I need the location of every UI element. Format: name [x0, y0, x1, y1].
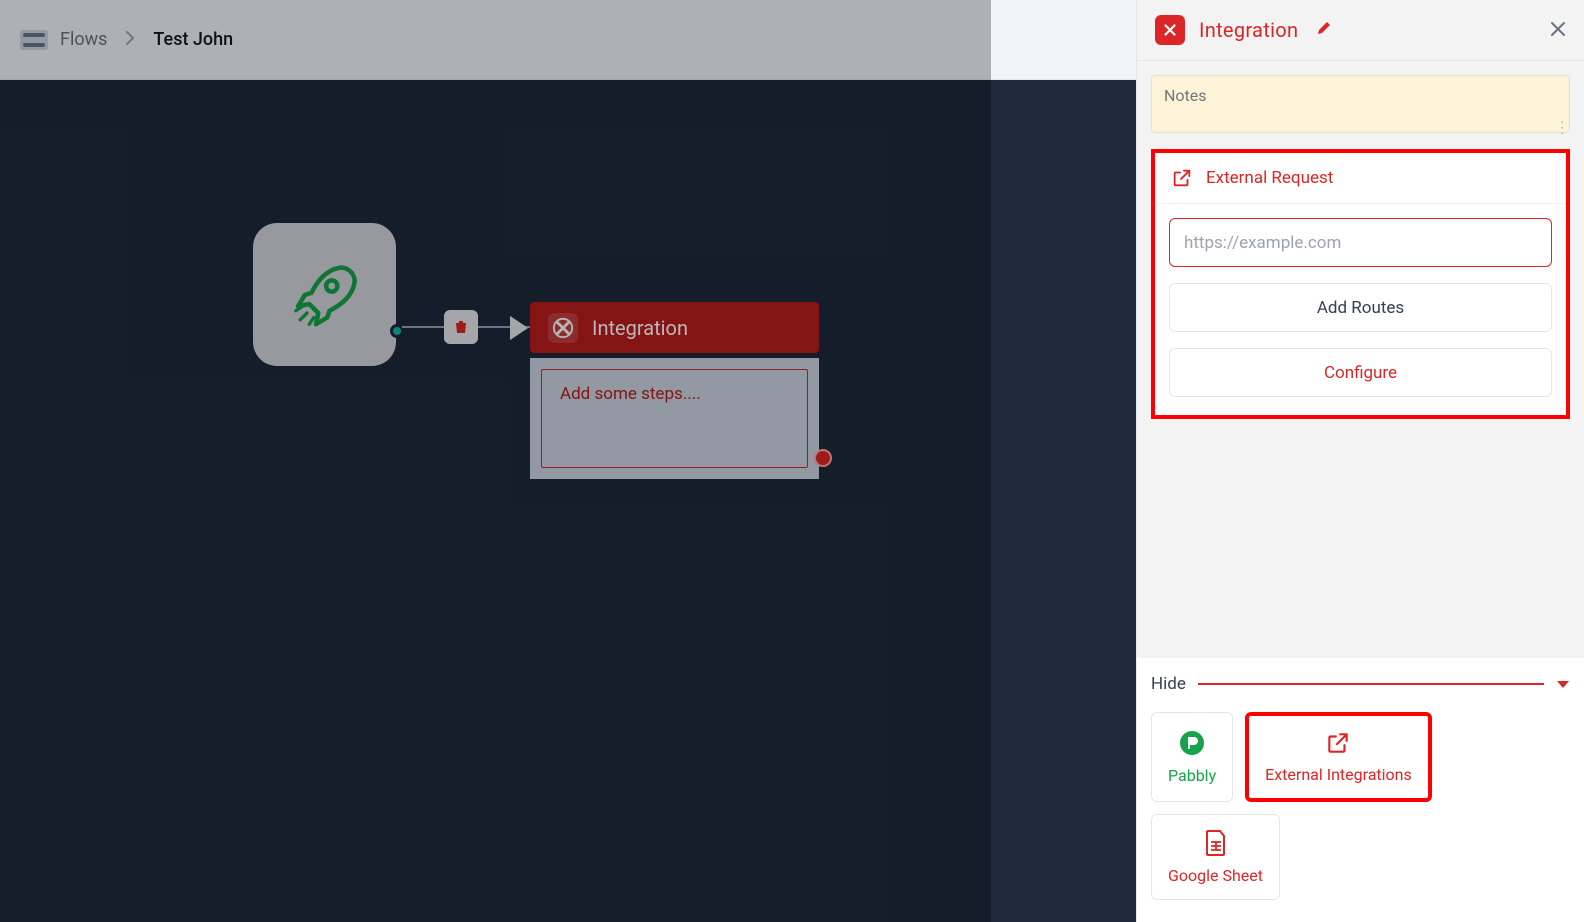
integration-icon [548, 313, 578, 343]
notes-wrap: ⋰ [1151, 75, 1570, 137]
sheet-icon [1204, 829, 1228, 857]
node-output-handle[interactable] [814, 449, 832, 467]
pabbly-icon [1178, 729, 1206, 757]
close-panel-button[interactable] [1550, 18, 1566, 42]
integration-icon [1155, 15, 1185, 45]
delete-connector-button[interactable] [444, 310, 478, 344]
close-icon [1550, 21, 1566, 37]
external-link-icon [1325, 730, 1351, 756]
trash-icon [453, 319, 469, 335]
panel-title: Integration [1199, 18, 1298, 42]
tile-label: Pabbly [1168, 766, 1216, 785]
edit-title-button[interactable] [1316, 20, 1332, 40]
panel-header: Integration [1137, 0, 1584, 61]
integration-panel: Integration ⋰ External Request Add Route… [1136, 0, 1584, 922]
caret-down-icon [1556, 675, 1570, 694]
flows-icon [20, 30, 48, 50]
tile-google-sheet[interactable]: Google Sheet [1151, 814, 1280, 900]
tile-external-integrations[interactable]: External Integrations [1245, 712, 1432, 802]
hide-toggle[interactable]: Hide [1151, 674, 1570, 694]
rocket-icon [289, 259, 361, 331]
integration-node[interactable]: Integration [530, 302, 819, 353]
pencil-icon [1316, 20, 1332, 36]
divider-line [1198, 683, 1544, 685]
breadcrumb-current: Test John [153, 29, 233, 50]
hide-label: Hide [1151, 674, 1186, 694]
breadcrumb-root[interactable]: Flows [60, 29, 107, 50]
url-input[interactable] [1169, 218, 1552, 267]
integration-node-label: Integration [592, 316, 688, 340]
steps-container[interactable]: Add some steps.... [530, 358, 819, 479]
notes-textarea[interactable] [1151, 75, 1570, 133]
tile-pabbly[interactable]: Pabbly [1151, 712, 1233, 802]
external-request-header: External Request [1155, 153, 1566, 204]
external-request-title: External Request [1206, 168, 1333, 188]
external-link-icon [1171, 167, 1193, 189]
tile-label: Google Sheet [1168, 866, 1263, 885]
connector-line [402, 326, 444, 328]
chevron-right-icon [125, 30, 135, 49]
start-node[interactable] [253, 223, 396, 366]
steps-placeholder: Add some steps.... [541, 369, 808, 468]
connector-arrow-icon [510, 316, 528, 340]
integrations-picker: Hide Pabbly External Integrations [1137, 657, 1584, 922]
add-routes-button[interactable]: Add Routes [1169, 283, 1552, 332]
external-request-section: External Request Add Routes Configure [1151, 149, 1570, 419]
tile-label: External Integrations [1265, 765, 1412, 784]
panel-body: ⋰ External Request Add Routes Configure [1137, 61, 1584, 419]
configure-button[interactable]: Configure [1169, 348, 1552, 397]
